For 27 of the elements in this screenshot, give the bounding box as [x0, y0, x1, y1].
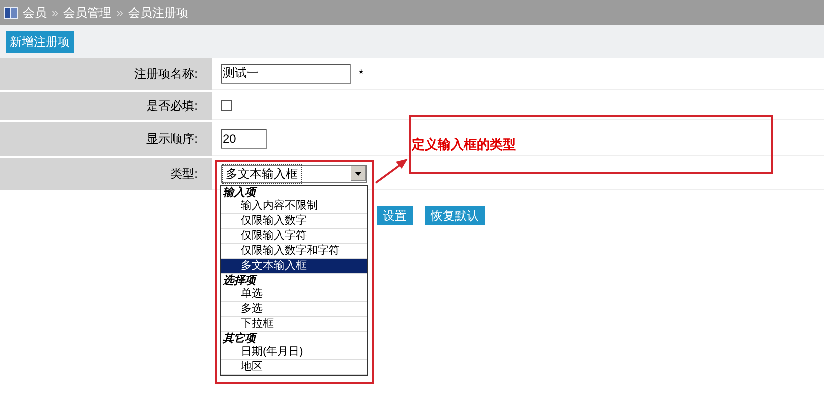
- required-checkbox[interactable]: [221, 100, 232, 111]
- order-input[interactable]: 20: [221, 128, 267, 148]
- dropdown-option[interactable]: 仅限输入字符: [221, 229, 367, 244]
- required-mark: *: [359, 66, 364, 82]
- caret-icon: [351, 166, 366, 181]
- dropdown-option[interactable]: 多选: [221, 302, 367, 317]
- dropdown-option[interactable]: 单选: [221, 287, 367, 302]
- dropdown-option[interactable]: 下拉框: [221, 317, 367, 332]
- dropdown-option[interactable]: 输入内容不限制: [221, 199, 367, 214]
- breadcrumb-separator: »: [52, 4, 59, 22]
- grid-icon: [4, 6, 18, 18]
- breadcrumb-separator: »: [116, 4, 124, 22]
- option-group-label: 其它项: [222, 332, 258, 345]
- field-label: 类型:: [170, 166, 198, 183]
- field-label: 显示顺序:: [146, 131, 198, 148]
- field-label: 注册项名称:: [134, 66, 198, 83]
- type-select[interactable]: 多文本输入框: [221, 164, 367, 182]
- dropdown-option[interactable]: 仅限输入数字: [221, 214, 367, 229]
- dropdown-option[interactable]: 日期(年月日): [221, 345, 367, 360]
- dropdown-option[interactable]: 仅限输入数字和字符: [221, 244, 367, 259]
- dropdown-option[interactable]: 地区: [221, 360, 367, 375]
- callout-text: 定义输入框的类型: [412, 136, 516, 154]
- name-input[interactable]: 测试一: [221, 64, 351, 84]
- field-label: 是否必填:: [146, 98, 198, 115]
- dropdown-option[interactable]: 多文本输入框: [221, 259, 367, 274]
- option-group-label: 输入项: [222, 186, 258, 199]
- option-group-label: 选择项: [222, 274, 258, 287]
